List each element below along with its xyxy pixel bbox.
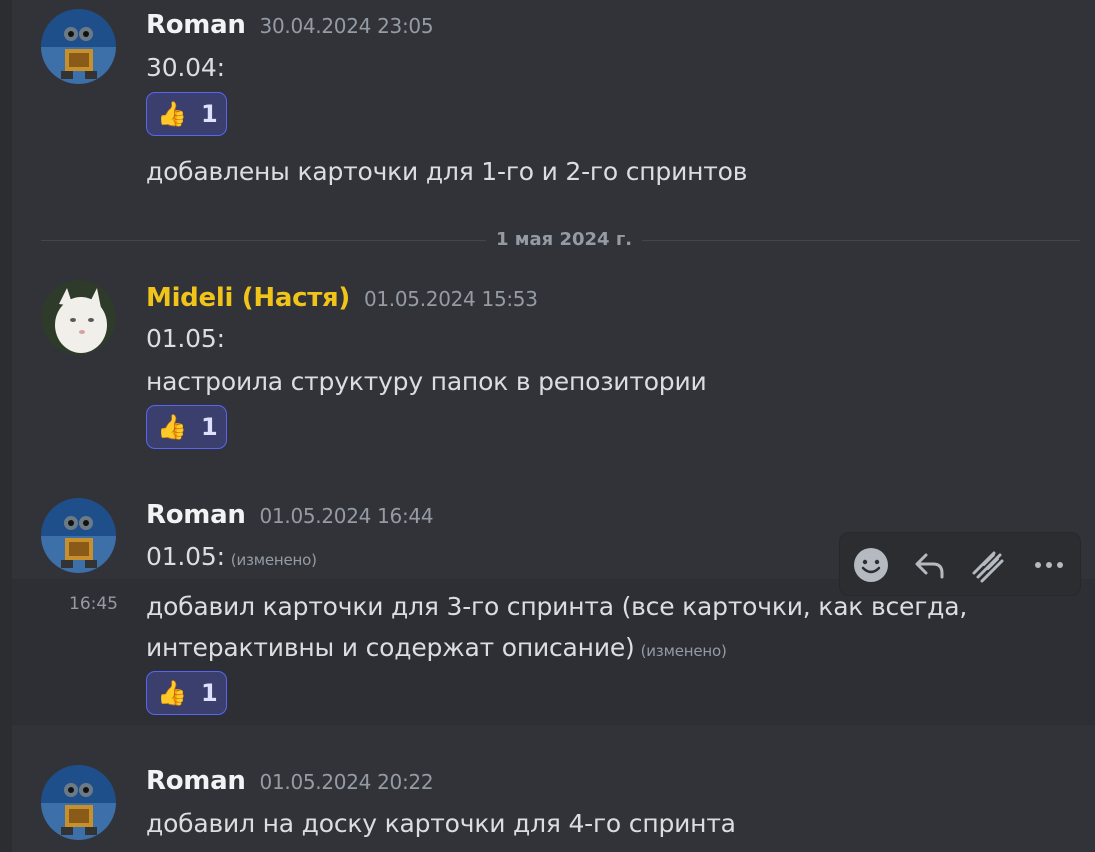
channel-scroll-edge <box>0 0 12 852</box>
message-author[interactable]: Roman 01.05.2024 20:22 <box>146 766 434 796</box>
message-text: настроила структуру папок в репозитории <box>146 367 707 396</box>
message-text: 01.05: <box>146 324 225 353</box>
reply-icon <box>915 553 944 579</box>
avatar[interactable] <box>41 765 116 840</box>
add-reaction-icon <box>854 548 888 582</box>
robot-avatar-icon <box>41 9 116 84</box>
create-thread-button[interactable] <box>968 545 1008 585</box>
reaction-count: 1 <box>201 679 218 707</box>
message-text: 30.04: <box>146 53 225 82</box>
message-timestamp: 01.05.2024 15:53 <box>363 287 538 311</box>
avatar[interactable] <box>41 9 116 84</box>
thumbs-up-icon: 👍 <box>157 100 187 128</box>
message-author[interactable]: Mideli (Настя) 01.05.2024 15:53 <box>146 283 538 313</box>
avatar[interactable] <box>41 498 116 573</box>
message-text: интерактивны и содержат описание) (измене… <box>146 633 727 662</box>
reaction-button[interactable]: 👍 1 <box>146 92 227 136</box>
date-divider-label: 1 мая 2024 г. <box>486 229 643 250</box>
message-text: добавлены карточки для 1-го и 2-го сприн… <box>146 157 748 186</box>
edited-label: (изменено) <box>640 642 727 660</box>
more-icon <box>1035 562 1063 568</box>
message-timestamp: 01.05.2024 20:22 <box>259 770 434 794</box>
reply-button[interactable] <box>909 545 949 585</box>
reaction-count: 1 <box>201 100 218 128</box>
create-thread-icon <box>972 551 1004 583</box>
reaction-button[interactable]: 👍 1 <box>146 405 227 449</box>
robot-avatar-icon <box>41 765 116 840</box>
add-reaction-button[interactable] <box>851 545 891 585</box>
reaction-button[interactable]: 👍 1 <box>146 671 227 715</box>
robot-avatar-icon <box>41 498 116 573</box>
more-options-button[interactable] <box>1029 545 1069 585</box>
cat-avatar-icon <box>41 280 116 355</box>
message-text: 01.05: (изменено) <box>146 542 317 571</box>
message-timestamp: 01.05.2024 16:44 <box>259 504 434 528</box>
message-timestamp: 30.04.2024 23:05 <box>259 14 434 38</box>
message-text: добавил карточки для 3-го спринта (все к… <box>146 592 968 621</box>
reaction-count: 1 <box>201 413 218 441</box>
thumbs-up-icon: 👍 <box>157 679 187 707</box>
edited-label: (изменено) <box>230 551 317 569</box>
message-author[interactable]: Roman 01.05.2024 16:44 <box>146 500 434 530</box>
message-author[interactable]: Roman 30.04.2024 23:05 <box>146 10 434 40</box>
thumbs-up-icon: 👍 <box>157 413 187 441</box>
message-text: добавил на доску карточки для 4-го сприн… <box>146 809 736 838</box>
hover-timestamp: 16:45 <box>69 594 118 614</box>
message-hover-toolbar <box>839 532 1081 596</box>
avatar[interactable] <box>41 280 116 355</box>
